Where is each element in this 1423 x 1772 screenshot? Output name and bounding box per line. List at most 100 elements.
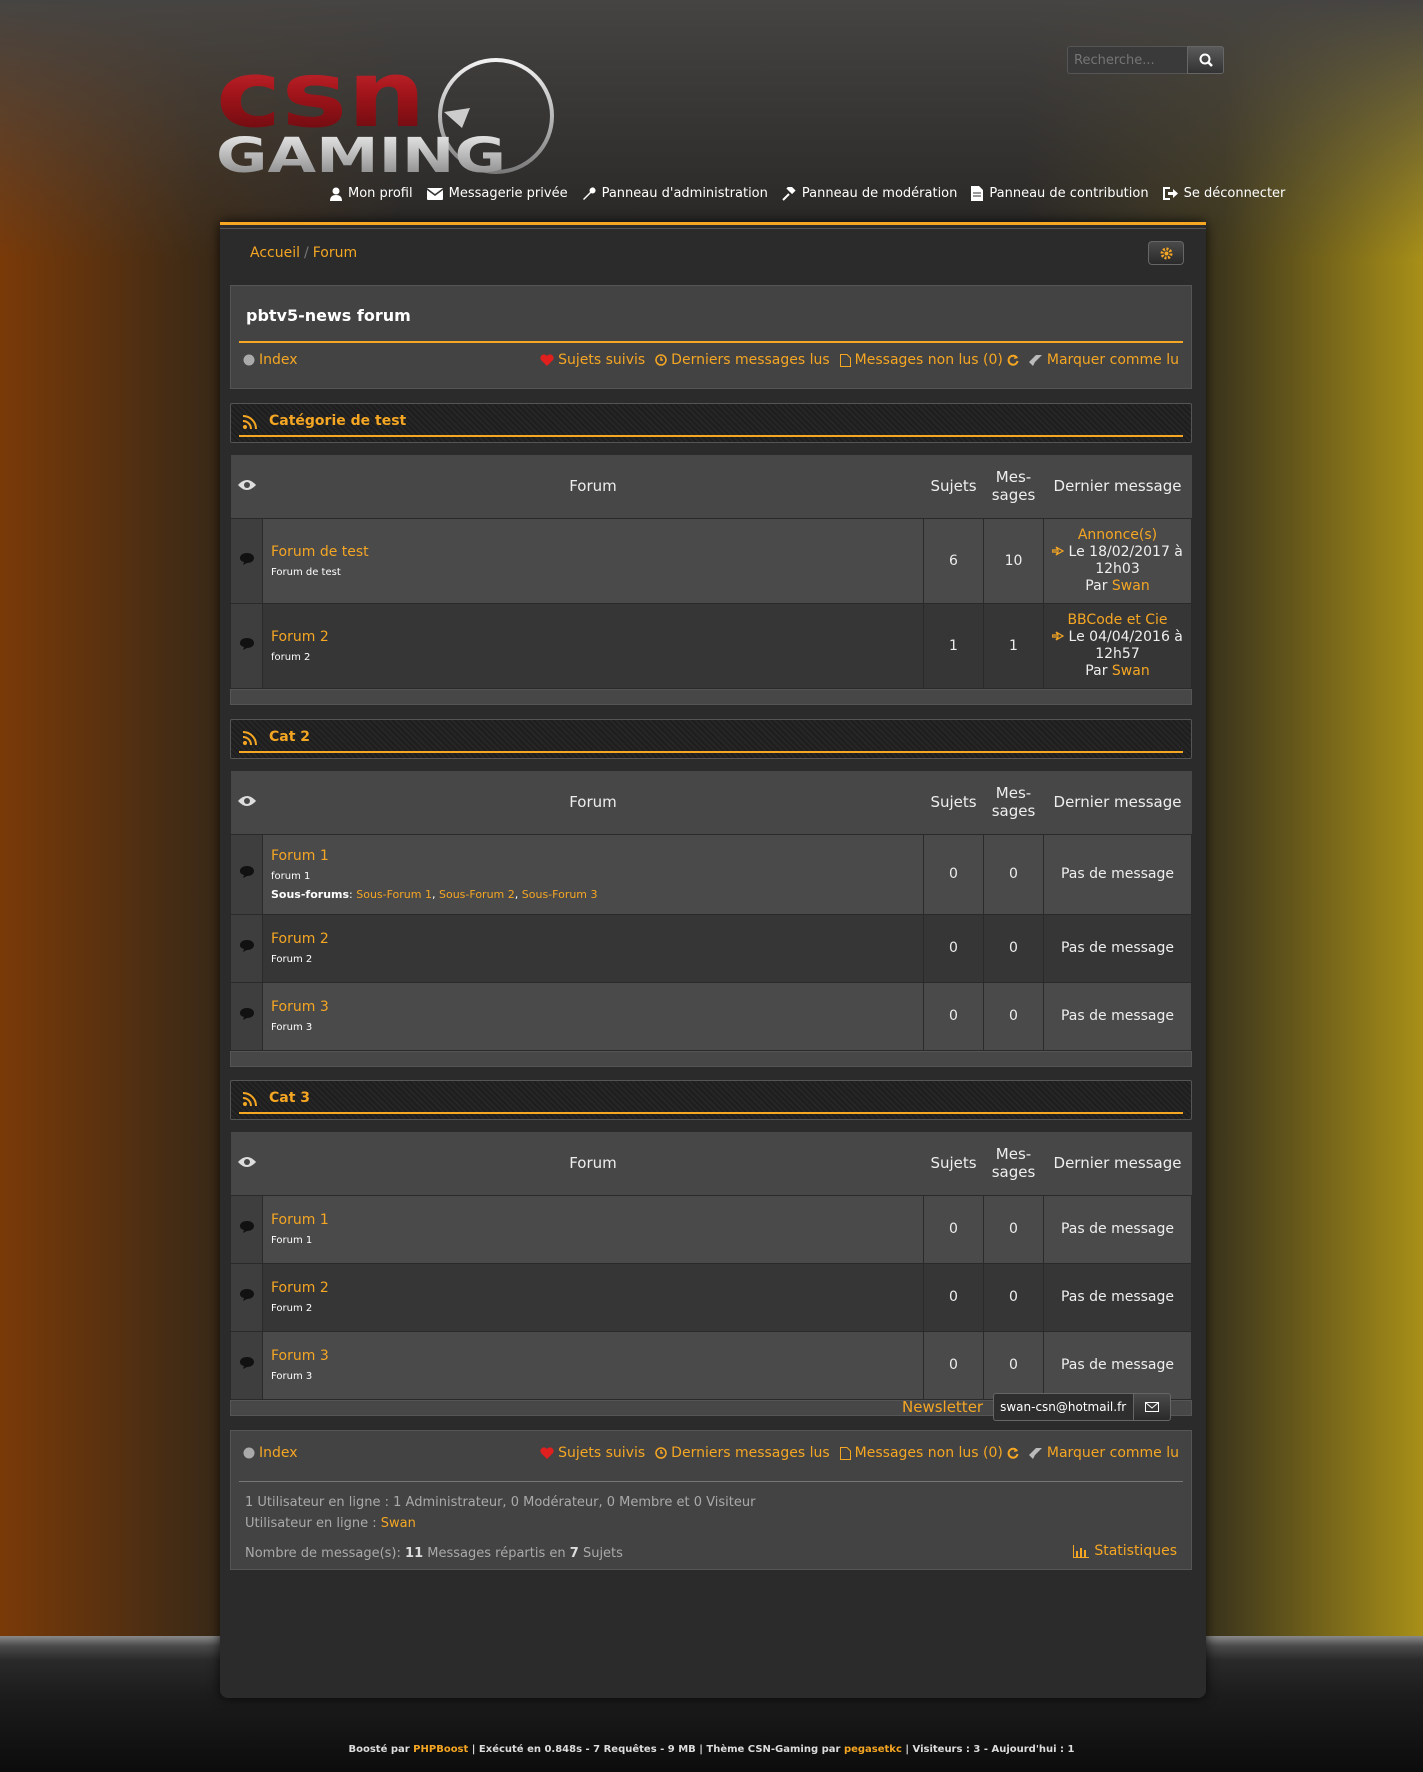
online-user-link[interactable]: Swan [381, 1516, 416, 1531]
divider [239, 341, 1183, 343]
link-label: Derniers messages lus [671, 352, 830, 368]
table-row: Forum 3 Forum 3 0 0 Pas de message [230, 981, 1192, 1051]
table-header: Forum Sujets Mes-sages Dernier message [230, 771, 1192, 835]
header-last-message: Dernier message [1043, 771, 1192, 835]
nav-admin-panel[interactable]: Panneau d'administration [582, 186, 768, 201]
forum-description: Forum 3 [271, 1371, 313, 1382]
topics-count: 0 [923, 913, 984, 983]
refresh-icon [1007, 354, 1019, 366]
last-message-cell: Pas de message [1043, 913, 1192, 983]
subforum-link[interactable]: Sous-Forum 3 [522, 888, 598, 901]
comment-icon [239, 637, 254, 650]
rss-icon [243, 415, 257, 429]
forum-navlinks: Index Sujets suivis Derniers messages lu… [243, 1445, 1179, 1461]
forum-link[interactable]: Forum 1 [271, 1212, 923, 1228]
forum-name-cell: Forum 2 Forum 2 [262, 913, 924, 983]
last-user-link[interactable]: Swan [1112, 578, 1150, 594]
envelope-icon [1145, 1402, 1160, 1412]
mark-read-link[interactable]: Marquer comme lu [1028, 1445, 1179, 1461]
eye-icon [237, 480, 256, 491]
table-row: Forum 1 Forum 1 0 0 Pas de message [230, 1194, 1192, 1264]
header-topics: Sujets [923, 1132, 984, 1196]
forum-link[interactable]: Forum 2 [271, 1280, 923, 1296]
last-read-link[interactable]: Derniers messages lus [655, 352, 830, 368]
gavel-icon [782, 186, 796, 201]
messages-count: 0 [983, 913, 1044, 983]
forum-footer-box: Index Sujets suivis Derniers messages lu… [230, 1430, 1192, 1570]
last-topic-link[interactable]: BBCode et Cie [1067, 612, 1167, 628]
forum-name-cell: Forum 1 Forum 1 [262, 1194, 924, 1264]
user-icon [330, 187, 342, 201]
last-message-cell: Pas de message [1043, 1262, 1192, 1332]
site-credits: Boosté par PHPBoost | Exécuté en 0.848s … [348, 1744, 1075, 1755]
nav-private-messages[interactable]: Messagerie privée [426, 186, 568, 201]
index-link[interactable]: Index [243, 1445, 298, 1461]
messages-count: 0 [983, 1194, 1044, 1264]
forum-status-cell [230, 1194, 263, 1264]
online-summary: 1 Utilisateur en ligne : 1 Administrateu… [245, 1495, 756, 1510]
category-name[interactable]: Catégorie de test [269, 413, 406, 429]
breadcrumb: Accueil / Forum [250, 245, 358, 261]
link-label: Marquer comme lu [1046, 352, 1179, 368]
nav-logout[interactable]: Se déconnecter [1162, 186, 1285, 201]
phpboost-link[interactable]: PHPBoost [413, 1744, 468, 1755]
link-label: Marquer comme lu [1046, 1445, 1179, 1461]
forum-link[interactable]: Forum 1 [271, 848, 923, 864]
header-icon-cell [230, 771, 263, 835]
search-button[interactable] [1187, 46, 1224, 74]
unread-link[interactable]: Messages non lus (0) [839, 1445, 1019, 1461]
topics-count: 0 [923, 981, 984, 1051]
header-topics: Sujets [923, 455, 984, 519]
last-message-cell: BBCode et Cie Le 04/04/2016 à 12h57 Par … [1043, 602, 1192, 689]
newsletter-label: Newsletter [902, 1398, 984, 1416]
newsletter-email-input[interactable]: swan-csn@hotmail.fr [993, 1393, 1134, 1421]
last-message-cell: Annonce(s) Le 18/02/2017 à 12h03 Par Swa… [1043, 517, 1192, 604]
last-read-link[interactable]: Derniers messages lus [655, 1445, 830, 1461]
forum-link[interactable]: Forum 2 [271, 931, 923, 947]
forum-name-cell: Forum de test Forum de test [262, 517, 924, 604]
index-link[interactable]: Index [243, 352, 298, 368]
settings-button[interactable] [1148, 241, 1184, 265]
heart-icon [540, 1447, 554, 1459]
mark-read-link[interactable]: Marquer comme lu [1028, 352, 1179, 368]
nav-my-profile[interactable]: Mon profil [330, 186, 413, 201]
last-by: Par [1085, 577, 1108, 594]
forum-link[interactable]: Forum de test [271, 544, 923, 560]
forum-link[interactable]: Forum 3 [271, 1348, 923, 1364]
breadcrumb-forum[interactable]: Forum [313, 245, 357, 261]
category-name[interactable]: Cat 2 [269, 729, 310, 745]
nav-moderation-panel[interactable]: Panneau de modération [782, 186, 958, 201]
topics-count: 0 [923, 1330, 984, 1400]
unread-link[interactable]: Messages non lus (0) [839, 352, 1019, 368]
followed-topics-link[interactable]: Sujets suivis [540, 352, 645, 368]
category-name[interactable]: Cat 3 [269, 1090, 310, 1106]
nav-label: Panneau de contribution [989, 186, 1149, 201]
last-by: Par [1085, 662, 1108, 679]
search-input[interactable] [1067, 46, 1187, 74]
globe-icon [243, 1447, 255, 1459]
newsletter-subscribe-button[interactable] [1133, 1393, 1172, 1421]
subforum-link[interactable]: Sous-Forum 2 [439, 888, 515, 901]
theme-author-link[interactable]: pegasetkc [844, 1744, 902, 1755]
last-topic-link[interactable]: Annonce(s) [1078, 527, 1157, 543]
breadcrumb-home[interactable]: Accueil [250, 245, 300, 261]
divider [239, 1481, 1183, 1482]
nav-label: Panneau de modération [801, 186, 958, 201]
nav-contribution-panel[interactable]: Panneau de contribution [971, 186, 1149, 201]
followed-topics-link[interactable]: Sujets suivis [540, 1445, 645, 1461]
last-user-link[interactable]: Swan [1112, 663, 1150, 679]
clock-icon [655, 1447, 667, 1459]
comment-icon [239, 552, 254, 565]
last-date: Le 04/04/2016 à [1068, 628, 1183, 645]
forum-link[interactable]: Forum 2 [271, 629, 923, 645]
forum-name-cell: Forum 2 forum 2 [262, 602, 924, 689]
topics-count: 1 [923, 602, 984, 689]
table-row: Forum 2 Forum 2 0 0 Pas de message [230, 913, 1192, 983]
user-menu: Mon profil Messagerie privée Panneau d'a… [330, 186, 1285, 201]
statistics-link[interactable]: Statistiques [1073, 1543, 1177, 1559]
site-logo[interactable]: csn GAMING [216, 41, 556, 184]
subforum-link[interactable]: Sous-Forum 1 [356, 888, 432, 901]
forum-link[interactable]: Forum 3 [271, 999, 923, 1015]
main-panel: Accueil / Forum pbtv5-news forum Index Suj… [220, 222, 1206, 1698]
table-header: Forum Sujets Mes-sages Dernier message [230, 1132, 1192, 1196]
